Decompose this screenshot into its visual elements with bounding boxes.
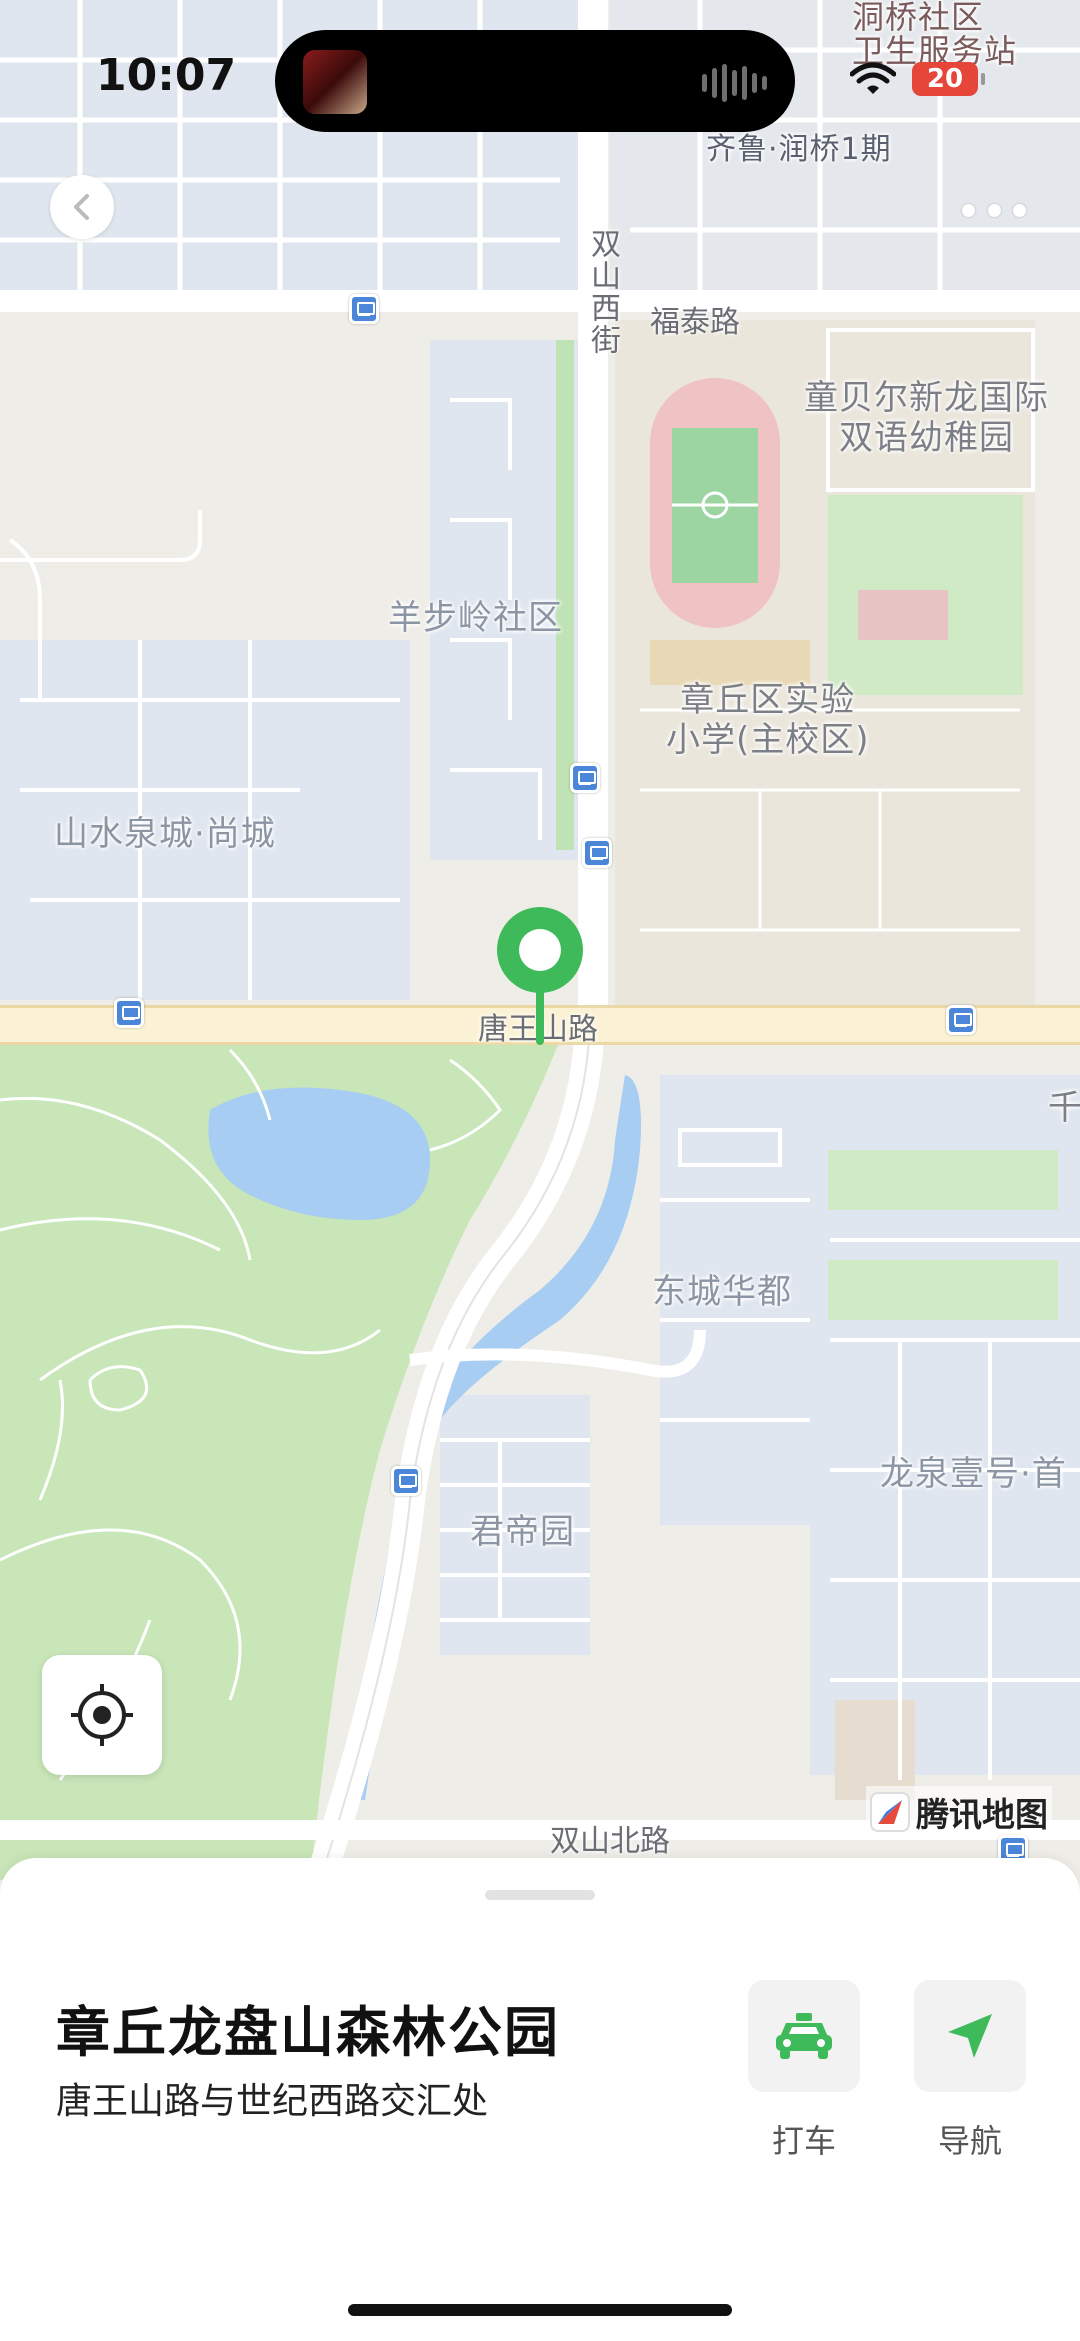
navigate-button-box[interactable] — [914, 1980, 1026, 2092]
home-indicator[interactable] — [348, 2304, 732, 2316]
wifi-icon — [850, 62, 896, 94]
bus-stop-icon[interactable] — [349, 294, 379, 324]
map-view[interactable]: 洞桥社区 卫生服务站 齐鲁·润桥1期 双山西街 福泰路 童贝尔新龙国际 双语幼稚… — [0, 0, 1080, 1880]
bus-stop-icon[interactable] — [946, 1005, 976, 1035]
map-provider-logo: 腾讯地图 — [866, 1786, 1052, 1838]
back-button[interactable] — [50, 175, 114, 239]
dynamic-island[interactable] — [275, 30, 795, 132]
navigation-arrow-icon — [948, 2014, 992, 2058]
now-playing-thumbnail — [303, 50, 367, 114]
poi-longquan[interactable]: 龙泉壹号·首 — [880, 1446, 1067, 1495]
taxi-button-box[interactable] — [748, 1980, 860, 2092]
more-icon — [987, 203, 1001, 217]
place-detail-sheet[interactable]: 章丘龙盘山森林公园 唐王山路与世纪西路交汇处 打车 导航 — [0, 1858, 1080, 2341]
more-icon — [962, 203, 975, 217]
navigate-button[interactable]: 导航 — [914, 1980, 1026, 2162]
poi-health-station[interactable]: 洞桥社区 卫生服务站 — [852, 0, 1017, 68]
more-button[interactable] — [962, 190, 1026, 230]
map-pin-icon[interactable] — [495, 905, 585, 1045]
locate-button[interactable] — [42, 1655, 162, 1775]
taxi-label: 打车 — [771, 2122, 836, 2160]
bus-stop-icon[interactable] — [570, 763, 600, 793]
more-icon — [1013, 203, 1026, 217]
poi-shanshui[interactable]: 山水泉城·尚城 — [54, 806, 276, 855]
place-title: 章丘龙盘山森林公园 — [56, 2001, 560, 2064]
audio-wave-icon — [702, 64, 767, 102]
poi-primary-school[interactable]: 章丘区实验 小学(主校区) — [666, 680, 870, 760]
back-icon — [74, 194, 89, 220]
poi-yangbuling[interactable]: 羊步岭社区 — [388, 590, 563, 639]
sheet-grabber[interactable] — [485, 1890, 595, 1900]
battery-level: 20 — [926, 64, 964, 94]
tencent-map-logo-icon — [870, 1792, 910, 1832]
poi-qian[interactable]: 千 — [1048, 1080, 1080, 1129]
battery-indicator: 20 — [912, 62, 985, 96]
taxi-button[interactable]: 打车 — [748, 1980, 860, 2162]
place-address: 唐王山路与世纪西路交汇处 — [56, 2081, 489, 2122]
bus-stop-icon[interactable] — [114, 998, 144, 1028]
status-time: 10:07 — [96, 50, 237, 101]
road-label-shuangshan-west: 双山西街 — [585, 228, 620, 356]
bus-stop-icon[interactable] — [391, 1466, 421, 1496]
bus-stop-icon[interactable] — [582, 838, 612, 868]
navigate-label: 导航 — [937, 2122, 1002, 2160]
poi-jundi[interactable]: 君帝园 — [470, 1504, 575, 1553]
road-label-futai: 福泰路 — [650, 305, 740, 340]
poi-dongcheng[interactable]: 东城华都 — [652, 1264, 792, 1313]
road-label-shuangshan-north: 双山北路 — [550, 1824, 670, 1859]
logo-text: 腾讯地图 — [916, 1795, 1048, 1834]
taxi-icon — [776, 2013, 832, 2059]
poi-kindergarten[interactable]: 童贝尔新龙国际 双语幼稚园 — [804, 378, 1049, 458]
locate-icon — [71, 1684, 133, 1746]
